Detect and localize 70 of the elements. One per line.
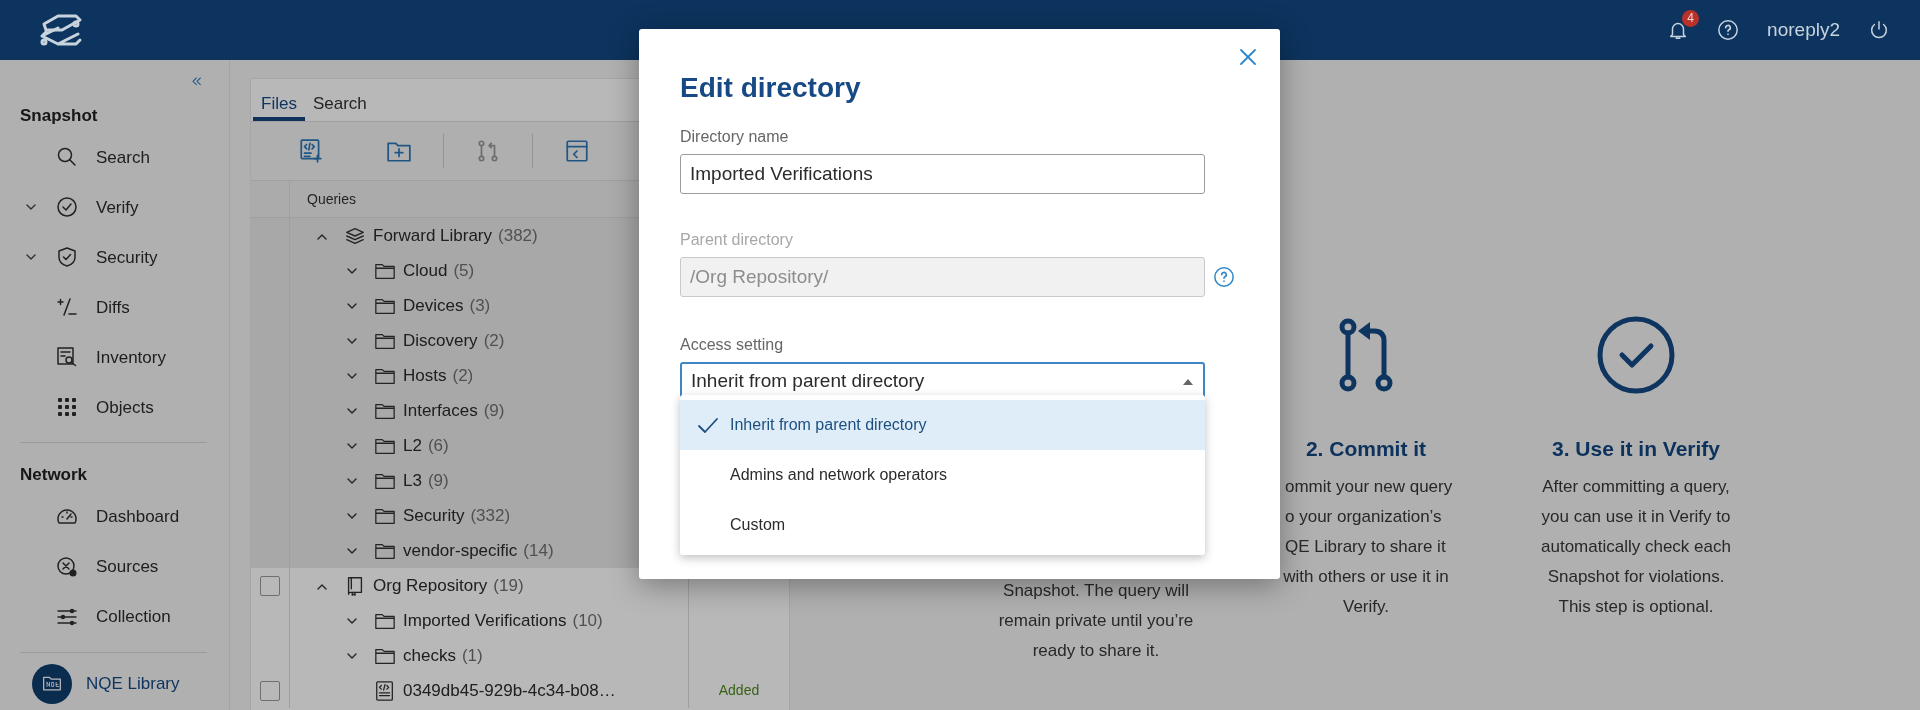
check-circle-icon	[55, 195, 79, 220]
tree-item-label[interactable]: vendor-specific	[403, 537, 518, 564]
notification-badge: 4	[1682, 9, 1700, 27]
section-heading: Network	[20, 465, 89, 486]
user-name[interactable]: noreply2	[1767, 15, 1840, 45]
tree-item-label[interactable]: Interfaces	[403, 397, 478, 424]
check-circle-icon	[1596, 315, 1676, 395]
item-count: (2)	[452, 364, 474, 387]
sidebar-item[interactable]: Sources	[20, 541, 207, 592]
item-count: (6)	[427, 434, 449, 457]
sidebar-item[interactable]: Verify	[20, 182, 207, 233]
item-count: (9)	[483, 399, 505, 422]
sidebar-item[interactable]: Collection	[20, 591, 207, 642]
step-title: 3. Use it in Verify	[1551, 436, 1721, 462]
item-count: (2)	[483, 329, 505, 352]
item-count: (382)	[498, 224, 538, 247]
sidebar-item[interactable]: Security	[20, 232, 207, 283]
tree-item-label[interactable]: Discovery	[403, 327, 478, 354]
power-icon[interactable]	[1868, 19, 1890, 41]
field-label: Access setting	[680, 334, 785, 355]
tree-item-label[interactable]: 0349db45-929b-4c34-b08…	[403, 677, 616, 704]
tree-item-label[interactable]: Forward Library	[373, 222, 493, 249]
check-icon	[697, 416, 719, 434]
checkbox[interactable]	[260, 575, 280, 596]
step-description: After committing a query, you can use it in Verify to automatically check each Snapshot for violations. This step is optional.	[1540, 476, 1732, 618]
tree-item-label[interactable]: Security	[403, 502, 465, 529]
item-count: (332)	[470, 504, 511, 527]
step-description: ommit your new query o your organization’s QE Library to share it with others or use it in Verify.	[1282, 476, 1454, 618]
sidebar-item[interactable]: Search	[20, 132, 207, 183]
sidebar-item[interactable]: Objects	[20, 382, 207, 433]
sidebar-item[interactable]: Inventory	[20, 332, 207, 383]
column-header: Queries	[307, 189, 357, 209]
step-description: Snapshot. The query will remain private until you’re ready to share it.	[997, 580, 1195, 662]
dropdown-option[interactable]: Custom	[680, 500, 1205, 550]
shield-icon	[55, 245, 79, 270]
tree-item-label[interactable]: Imported Verifications	[403, 607, 567, 634]
dropdown-option[interactable]: Admins and network operators	[680, 450, 1205, 500]
code-file-icon	[374, 679, 396, 702]
field-label: Directory name	[680, 126, 790, 147]
tree-item-label[interactable]: Hosts	[403, 362, 447, 389]
dialog-title: Edit directory	[680, 71, 862, 105]
item-count: (1)	[461, 644, 483, 667]
sidebar-item[interactable]: Diffs	[20, 282, 207, 333]
status-text: Added	[718, 681, 760, 700]
sources-icon	[55, 554, 79, 579]
tree-item-label[interactable]: checks	[403, 642, 456, 669]
tab[interactable]: Search	[304, 83, 375, 121]
help-icon[interactable]	[1717, 19, 1740, 41]
new-file-icon[interactable]	[298, 138, 324, 164]
close-icon[interactable]	[1238, 47, 1258, 67]
item-count: (10)	[572, 609, 603, 632]
item-count: (3)	[469, 294, 491, 317]
tree-item-label[interactable]: Org Repository	[373, 572, 488, 599]
tree-item-label[interactable]: Cloud	[403, 257, 448, 284]
sidebar-item[interactable]: NQE Library	[20, 652, 207, 710]
import-icon[interactable]	[564, 138, 590, 164]
item-count: (9)	[427, 469, 449, 492]
dropdown-option[interactable]: Inherit from parent directory	[680, 400, 1205, 450]
step-title: 2. Commit it	[1305, 436, 1427, 462]
caret-icon	[1182, 377, 1194, 386]
input-field[interactable]: Imported Verifications	[680, 153, 1205, 194]
tree-item-label[interactable]: L3	[403, 467, 422, 494]
tree-item-label[interactable]: Devices	[403, 292, 464, 319]
item-count: (5)	[453, 259, 475, 282]
section-heading: Snapshot	[20, 106, 99, 127]
tree-item-label[interactable]: L2	[403, 432, 422, 459]
item-count: (19)	[493, 574, 524, 597]
item-count: (14)	[523, 539, 554, 562]
checkbox[interactable]	[260, 680, 280, 701]
sidebar-item[interactable]: Dashboard	[20, 491, 207, 542]
